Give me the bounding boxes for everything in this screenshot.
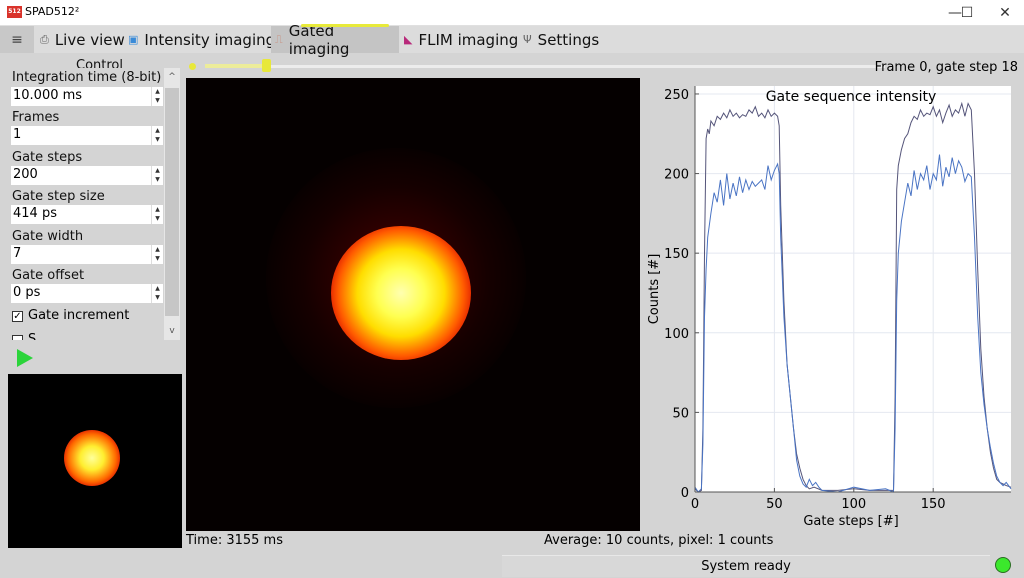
status-text: System ready [701, 559, 791, 574]
spad-logo-icon: 512 [7, 6, 22, 18]
title-bar: 512 SPAD512² — ☐ ✕ [0, 0, 1024, 26]
hamburger-menu-button[interactable]: ≡ [0, 26, 34, 53]
usb-icon: Ψ [523, 33, 532, 46]
acquisition-time: Time: 3155 ms [186, 533, 283, 548]
spin-arrows-icon[interactable]: ▲ ▼ [151, 126, 163, 145]
image-spot [331, 226, 471, 360]
y-tick-label: 100 [664, 327, 689, 342]
scroll-down-icon[interactable]: v [164, 322, 180, 340]
tab-flim-imaging[interactable]: ◣ FLIM imaging [400, 26, 522, 53]
integration-time-spinbox[interactable]: 10.000 ms ▲ ▼ [11, 87, 163, 106]
thumbnail-image [8, 374, 182, 548]
gate-steps-label: Gate steps [12, 150, 83, 165]
chart-title: Gate sequence intensity [766, 89, 937, 105]
control-scrollbar-thumb[interactable] [165, 88, 179, 316]
y-tick-label: 200 [664, 168, 689, 183]
tab-label: FLIM imaging [418, 30, 519, 49]
spin-arrows-icon[interactable]: ▲ ▼ [151, 245, 163, 264]
tab-bar: ≡ ⎙ Live view ▣ Intensity imaging ⎍ Gate… [0, 22, 1024, 58]
gate-step-size-spinbox[interactable]: 414 ps ▲ ▼ [11, 205, 163, 224]
tab-intensity-imaging[interactable]: ▣ Intensity imaging [124, 26, 279, 53]
camera-icon: ⎙ [40, 32, 49, 46]
frame-info: Frame 0, gate step 18 [874, 60, 1018, 75]
status-bar: System ready [502, 555, 990, 577]
spin-arrows-icon[interactable]: ▲ ▼ [151, 205, 163, 224]
tab-gated-imaging[interactable]: ⎍ Gated imaging [271, 22, 399, 58]
frames-spinbox[interactable]: 1 ▲ ▼ [11, 126, 163, 145]
gate-offset-spinbox[interactable]: 0 ps ▲ ▼ [11, 284, 163, 303]
gate-step-slider-handle[interactable] [262, 59, 272, 72]
second-checkbox[interactable] [12, 335, 23, 340]
close-button[interactable]: ✕ [982, 0, 1024, 26]
second-checkbox-label: S [28, 332, 37, 340]
spin-arrows-icon[interactable]: ▲ ▼ [151, 87, 163, 106]
chart-svg: 0 50 100 150 0 50 100 150 200 250 Gate sequence i… [647, 86, 1012, 529]
scroll-up-icon[interactable]: ^ [164, 68, 180, 86]
decay-icon: ◣ [404, 33, 413, 46]
slider-start-marker [189, 63, 196, 70]
average-counts: Average: 10 counts, pixel: 1 counts [544, 533, 774, 548]
y-tick-label: 250 [664, 88, 689, 103]
tab-label: Intensity imaging [144, 30, 276, 49]
y-tick-label: 0 [681, 486, 689, 501]
control-panel: Integration time (8-bit) 10.000 ms ▲ ▼ Fr… [8, 68, 180, 340]
y-tick-label: 150 [664, 247, 689, 262]
x-axis-label: Gate steps [#] [803, 514, 898, 529]
tab-settings[interactable]: Ψ Settings [519, 26, 603, 53]
frames-label: Frames [12, 110, 60, 125]
gate-sequence-chart: 0 50 100 150 0 50 100 150 200 250 Gate sequence i… [643, 78, 1021, 532]
tab-live-view[interactable]: ⎙ Live view [36, 26, 129, 53]
thumbnail-spot [64, 430, 120, 486]
gate-offset-label: Gate offset [12, 268, 85, 283]
gate-step-size-label: Gate step size [12, 189, 105, 204]
gate-steps-spinbox[interactable]: 200 ▲ ▼ [11, 166, 163, 185]
x-tick-label: 100 [841, 497, 866, 512]
gate-increment-label: Gate increment [28, 308, 130, 323]
gate-width-spinbox[interactable]: 7 ▲ ▼ [11, 245, 163, 264]
active-tab-indicator [301, 24, 389, 27]
spin-arrows-icon[interactable]: ▲ ▼ [151, 284, 163, 303]
gate-width-label: Gate width [12, 229, 84, 244]
x-tick-label: 0 [691, 497, 699, 512]
y-tick-label: 50 [672, 406, 689, 421]
window-title: SPAD512² [25, 5, 80, 18]
integration-time-label: Integration time (8-bit) [12, 70, 162, 85]
gate-increment-checkbox[interactable]: ✓ [12, 311, 23, 322]
plot-area [695, 86, 1011, 492]
gate-wave-icon: ⎍ [275, 32, 283, 46]
spin-arrows-icon[interactable]: ▲ ▼ [151, 166, 163, 185]
gate-step-slider[interactable] [205, 65, 885, 68]
y-axis-label: Counts [#] [647, 254, 662, 325]
x-tick-label: 150 [921, 497, 946, 512]
tab-label: Live view [54, 30, 125, 49]
intensity-icon: ▣ [128, 33, 139, 46]
play-icon[interactable] [17, 349, 33, 367]
tab-label: Settings [537, 30, 600, 49]
gate-step-slider-fill [205, 64, 267, 68]
x-tick-label: 50 [766, 497, 783, 512]
status-led-icon [995, 557, 1011, 573]
gated-image-view[interactable] [186, 78, 640, 531]
